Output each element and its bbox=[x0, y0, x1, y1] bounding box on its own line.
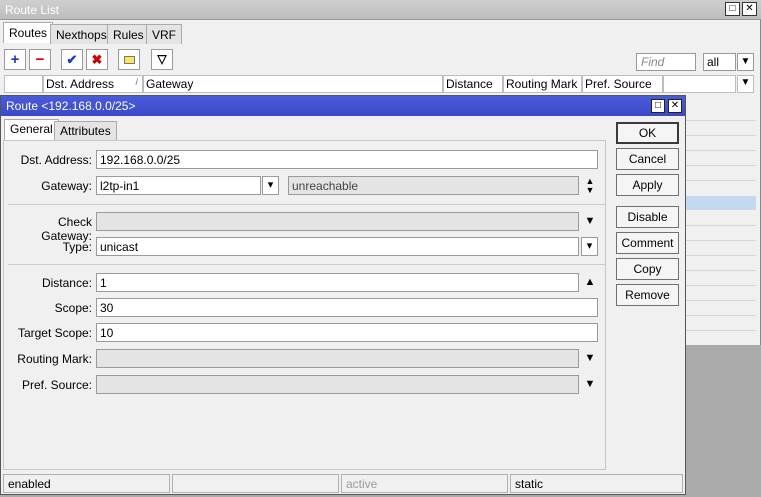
close-icon[interactable]: ✕ bbox=[668, 99, 682, 113]
enable-check-icon[interactable]: ✔ bbox=[61, 49, 83, 70]
tab-attributes[interactable]: Attributes bbox=[54, 121, 117, 140]
sort-icon: / bbox=[135, 77, 138, 87]
gateway-field[interactable]: l2tp-in1 bbox=[96, 176, 261, 195]
comment-button[interactable]: Comment bbox=[616, 232, 679, 254]
chevron-down-icon[interactable]: ▼ bbox=[582, 213, 598, 230]
column-header-extra[interactable] bbox=[663, 75, 736, 93]
copy-button[interactable]: Copy bbox=[616, 258, 679, 280]
routing-mark-field[interactable] bbox=[96, 349, 579, 368]
status-empty bbox=[172, 474, 339, 493]
scope-field[interactable]: 30 bbox=[96, 298, 598, 317]
row-divider bbox=[686, 120, 756, 121]
route-dialog: Route <192.168.0.0/25> □ ✕ General Attri… bbox=[0, 95, 686, 495]
type-label: Type: bbox=[62, 240, 92, 254]
maximize-icon[interactable]: □ bbox=[651, 99, 665, 113]
check-gateway-label: Check Gateway: bbox=[41, 215, 92, 243]
comment-icon[interactable] bbox=[118, 49, 140, 70]
tab-vrf[interactable]: VRF bbox=[146, 24, 182, 44]
disable-button[interactable]: Disable bbox=[616, 206, 679, 228]
filter-select[interactable]: all bbox=[703, 53, 736, 71]
row-divider bbox=[686, 135, 756, 136]
general-panel: Dst. Address: 192.168.0.0/25 Gateway: l2… bbox=[3, 140, 606, 470]
divider bbox=[8, 204, 605, 205]
route-dialog-title: Route <192.168.0.0/25> bbox=[6, 99, 136, 113]
close-icon[interactable]: ✕ bbox=[742, 2, 757, 16]
row-divider bbox=[686, 315, 756, 316]
chevron-down-icon[interactable]: ▼ bbox=[737, 53, 754, 71]
row-divider bbox=[686, 255, 756, 256]
add-remove-gateway-icon[interactable]: ▲ ▼ bbox=[582, 177, 598, 195]
target-scope-field[interactable]: 10 bbox=[96, 323, 598, 342]
column-header-dst-address[interactable]: Dst. Address / bbox=[43, 75, 143, 93]
remove-icon[interactable]: − bbox=[29, 49, 51, 70]
chevron-down-icon[interactable]: ▼ bbox=[582, 350, 598, 367]
row-divider bbox=[686, 225, 756, 226]
target-scope-label: Target Scope: bbox=[17, 326, 92, 340]
column-header-flags[interactable] bbox=[4, 75, 43, 93]
ok-button[interactable]: OK bbox=[616, 122, 679, 144]
divider bbox=[8, 264, 605, 265]
row-divider bbox=[686, 285, 756, 286]
row-divider bbox=[686, 180, 756, 181]
dst-address-label: Dst. Address: bbox=[20, 153, 92, 167]
tab-nexthops[interactable]: Nexthops bbox=[50, 24, 113, 44]
status-active: active bbox=[341, 474, 508, 493]
chevron-down-icon[interactable]: ▼ bbox=[582, 376, 598, 393]
add-icon[interactable]: + bbox=[4, 49, 26, 70]
remove-button[interactable]: Remove bbox=[616, 284, 679, 306]
row-divider bbox=[686, 150, 756, 151]
pref-source-label: Pref. Source: bbox=[21, 378, 92, 392]
route-list-title: Route List bbox=[5, 3, 60, 17]
column-header-label: Dst. Address bbox=[46, 77, 115, 91]
gateway-label: Gateway: bbox=[41, 179, 92, 193]
route-list-titlebar: Route List □ ✕ bbox=[0, 0, 761, 20]
filter-icon[interactable]: ▽ bbox=[151, 49, 173, 70]
status-bar: enabled active static bbox=[1, 473, 685, 495]
column-header-routing-mark[interactable]: Routing Mark bbox=[503, 75, 582, 93]
column-header-pref-source[interactable]: Pref. Source bbox=[582, 75, 663, 93]
type-field[interactable]: unicast bbox=[96, 237, 579, 256]
columns-menu-icon[interactable]: ▼ bbox=[737, 75, 754, 93]
route-dialog-titlebar[interactable]: Route <192.168.0.0/25> □ ✕ bbox=[1, 96, 685, 116]
selected-row[interactable] bbox=[686, 196, 756, 210]
gateway-status: unreachable bbox=[288, 176, 579, 195]
column-header-gateway[interactable]: Gateway bbox=[143, 75, 443, 93]
cancel-button[interactable]: Cancel bbox=[616, 148, 679, 170]
row-divider bbox=[686, 300, 756, 301]
disable-x-icon[interactable]: ✖ bbox=[86, 49, 108, 70]
distance-field[interactable]: 1 bbox=[96, 273, 579, 292]
chevron-up-icon[interactable]: ▲ bbox=[582, 274, 598, 291]
chevron-down-icon[interactable]: ▾ bbox=[262, 176, 279, 195]
chevron-down-icon[interactable]: ▾ bbox=[581, 237, 598, 256]
find-input[interactable]: Find bbox=[636, 53, 696, 71]
tab-rules[interactable]: Rules bbox=[107, 24, 150, 44]
pref-source-field[interactable] bbox=[96, 375, 579, 394]
scope-label: Scope: bbox=[54, 301, 92, 315]
status-static: static bbox=[510, 474, 683, 493]
distance-label: Distance: bbox=[41, 276, 92, 290]
status-enabled: enabled bbox=[3, 474, 170, 493]
row-divider bbox=[686, 270, 756, 271]
row-divider bbox=[686, 165, 756, 166]
row-divider bbox=[686, 330, 756, 331]
apply-button[interactable]: Apply bbox=[616, 174, 679, 196]
row-divider bbox=[686, 240, 756, 241]
check-gateway-field[interactable] bbox=[96, 212, 579, 231]
routing-mark-label: Routing Mark: bbox=[17, 352, 92, 366]
tab-general[interactable]: General bbox=[4, 119, 59, 140]
column-header-distance[interactable]: Distance bbox=[443, 75, 503, 93]
dst-address-field[interactable]: 192.168.0.0/25 bbox=[96, 150, 598, 169]
tab-routes[interactable]: Routes bbox=[3, 22, 54, 43]
maximize-icon[interactable]: □ bbox=[725, 2, 740, 16]
